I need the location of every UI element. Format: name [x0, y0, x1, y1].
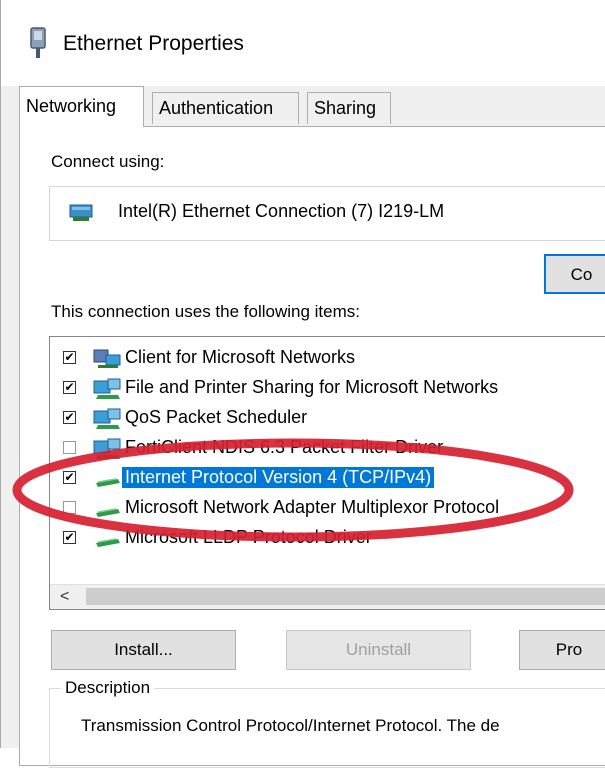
network-service-icon — [93, 378, 121, 399]
configure-button[interactable]: Co — [544, 254, 605, 294]
item-label-selected: Internet Protocol Version 4 (TCP/IPv4) — [122, 467, 435, 488]
tab-authentication[interactable]: Authentication — [152, 92, 299, 124]
item-label: Microsoft LLDP Protocol Driver — [125, 527, 372, 547]
connect-using-label: Connect using: — [51, 152, 165, 171]
item-label: FortiClient NDIS 6.3 Packet Filter Drive… — [125, 437, 444, 457]
install-button[interactable]: Install... — [51, 630, 236, 670]
checkbox[interactable]: ✔ — [63, 411, 76, 424]
scrollbar-thumb[interactable] — [86, 588, 605, 605]
scroll-left-icon[interactable]: < — [60, 588, 69, 606]
description-label: Description — [61, 678, 155, 698]
tab-sharing[interactable]: Sharing — [307, 92, 391, 124]
horizontal-scrollbar[interactable]: < — [50, 584, 605, 609]
network-adapter-icon — [30, 27, 46, 58]
checkbox[interactable]: ✔ — [63, 531, 76, 544]
list-item[interactable]: ✔ QoS Packet Scheduler — [50, 403, 605, 433]
checkbox[interactable]: ✔ — [63, 381, 76, 394]
network-adapter-icon — [69, 204, 93, 221]
uninstall-button[interactable]: Uninstall — [286, 630, 471, 670]
item-label: File and Printer Sharing for Microsoft N… — [125, 377, 499, 397]
items-label: This connection uses the following items… — [51, 302, 360, 321]
description-text: Transmission Control Protocol/Internet P… — [81, 716, 500, 735]
ethernet-properties-window: Ethernet Properties Networking Authentic… — [0, 0, 605, 768]
network-service-icon — [93, 408, 121, 429]
list-item[interactable]: ✔ Microsoft LLDP Protocol Driver — [50, 523, 605, 553]
list-item[interactable]: FortiClient NDIS 6.3 Packet Filter Drive… — [50, 433, 605, 463]
item-label: QoS Packet Scheduler — [125, 407, 308, 427]
checkbox[interactable] — [63, 501, 76, 514]
list-item[interactable]: ✔ Client for Microsoft Networks — [50, 343, 605, 373]
window-title: Ethernet Properties — [63, 32, 244, 55]
list-item[interactable]: ✔ Internet Protocol Version 4 (TCP/IPv4) — [50, 463, 605, 493]
item-label: Client for Microsoft Networks — [125, 347, 356, 367]
network-protocol-icon — [96, 508, 120, 517]
network-protocol-icon — [96, 538, 120, 547]
checkbox[interactable]: ✔ — [63, 471, 76, 484]
properties-button[interactable]: Pro — [519, 630, 605, 670]
items-list[interactable]: ✔ Client for Microsoft Networks ✔ File a… — [49, 336, 605, 610]
adapter-name: Intel(R) Ethernet Connection (7) I219-LM — [118, 201, 445, 221]
adapter-box: Intel(R) Ethernet Connection (7) I219-LM — [49, 186, 605, 241]
network-client-icon — [93, 349, 121, 368]
checkbox[interactable] — [63, 441, 76, 454]
checkbox[interactable]: ✔ — [63, 351, 76, 364]
item-label: Microsoft Network Adapter Multiplexor Pr… — [125, 497, 500, 517]
network-protocol-icon — [96, 478, 120, 487]
list-item[interactable]: Microsoft Network Adapter Multiplexor Pr… — [50, 493, 605, 523]
list-item[interactable]: ✔ File and Printer Sharing for Microsoft… — [50, 373, 605, 403]
title-bar: Ethernet Properties — [1, 0, 605, 86]
network-service-icon — [93, 438, 121, 459]
tab-networking[interactable]: Networking — [19, 86, 144, 127]
